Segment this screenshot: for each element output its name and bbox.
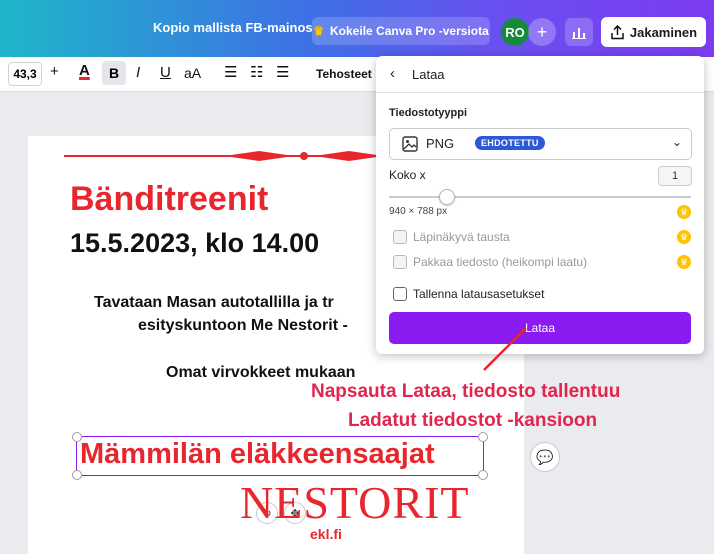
transparent-label: Läpinäkyvä tausta <box>413 230 510 244</box>
save-settings-checkbox[interactable] <box>393 287 407 301</box>
bold-button[interactable]: B <box>102 61 126 85</box>
align-button[interactable]: ☰ <box>224 63 237 81</box>
add-collaborator-button[interactable]: + <box>528 18 556 46</box>
try-pro-label: Kokeile Canva Pro -versiota <box>330 24 489 38</box>
add-comment-button[interactable]: 💬 <box>530 442 560 472</box>
panel-title: Lataa <box>412 67 445 82</box>
dimensions-text: 940 × 788 px <box>389 206 448 217</box>
resize-handle[interactable] <box>478 470 488 480</box>
logo-subtitle: ekl.fi <box>310 526 342 542</box>
size-label: Koko x <box>389 168 426 182</box>
spacing-button[interactable]: ☰ <box>276 63 289 81</box>
crown-icon: ♛ <box>313 24 325 38</box>
effects-button[interactable]: Tehosteet <box>316 67 372 81</box>
decorative-divider <box>64 151 394 161</box>
spacing-icon: ☰ <box>276 64 290 81</box>
avatar[interactable]: RO <box>501 18 529 46</box>
resize-handle[interactable] <box>478 432 488 442</box>
letter-case-button[interactable]: aA <box>184 65 201 81</box>
underline-button[interactable]: U <box>160 64 171 81</box>
plus-icon: + <box>536 21 548 42</box>
chevron-down-icon: ⌄ <box>672 135 683 149</box>
underline-icon: U <box>160 64 171 81</box>
transparent-checkbox[interactable] <box>393 230 407 244</box>
panel-header: ‹ Lataa <box>376 56 704 93</box>
save-settings-label: Tallenna latausasetukset <box>413 287 545 301</box>
share-button[interactable]: Jakaminen <box>601 17 706 47</box>
nestorit-logo: NESTORIT <box>240 477 470 528</box>
image-icon <box>402 136 418 152</box>
align-icon: ☰ <box>224 64 238 81</box>
bar-chart-icon <box>572 28 586 39</box>
file-type-select[interactable]: PNG EHDOTETTU ⌄ <box>389 128 692 160</box>
annotation-line-1: Napsauta Lataa, tiedosto tallentuu <box>311 381 621 402</box>
upload-icon <box>611 24 624 39</box>
crown-icon: ♛ <box>677 255 691 269</box>
chevron-left-icon: ‹ <box>390 65 395 82</box>
letter-case-icon: aA <box>184 65 202 81</box>
back-button[interactable]: ‹ <box>390 65 395 82</box>
annotation-arrow <box>483 327 527 371</box>
body-text-line-2[interactable]: esityskuntoon Me Nestorit - <box>138 317 348 335</box>
comment-icon: 💬 <box>536 448 554 465</box>
suggested-badge: EHDOTETTU <box>475 136 545 150</box>
annotation-line-2: Ladatut tiedostot -kansioon <box>348 410 598 431</box>
text-color-button[interactable]: A <box>79 62 90 79</box>
document-title[interactable]: Kopio mallista FB-mainos <box>153 20 313 35</box>
file-type-value: PNG <box>426 136 455 151</box>
resize-handle[interactable] <box>72 470 82 480</box>
event-title[interactable]: Bänditreenit <box>70 180 268 219</box>
share-label: Jakaminen <box>629 24 698 40</box>
list-button[interactable]: ☷ <box>250 63 263 81</box>
italic-icon: I <box>136 64 141 81</box>
font-size-input[interactable]: 43,3 <box>8 62 42 86</box>
top-bar: Kopio mallista FB-mainos ♛ Kokeile Canva… <box>0 0 714 57</box>
bold-icon: B <box>108 65 120 81</box>
compress-label: Pakkaa tiedosto (heikompi laatu) <box>413 255 588 269</box>
list-icon: ☷ <box>250 64 264 81</box>
italic-button[interactable]: I <box>136 64 140 81</box>
download-panel: ‹ Lataa Tiedostotyyppi PNG EHDOTETTU ⌄ K… <box>376 56 704 354</box>
size-input[interactable]: 1 <box>658 166 692 186</box>
crown-icon: ♛ <box>677 230 691 244</box>
body-text-line-1[interactable]: Tavataan Masan autotallilla ja tr <box>94 294 334 312</box>
org-name-text[interactable]: Mämmilän eläkkeensaajat <box>80 438 435 471</box>
download-button[interactable]: Lataa <box>389 312 691 344</box>
font-size-increase-button[interactable]: + <box>50 63 59 80</box>
event-date[interactable]: 15.5.2023, klo 14.00 <box>70 228 319 259</box>
file-type-label: Tiedostotyyppi <box>389 107 468 119</box>
text-color-icon: A <box>79 62 90 79</box>
crown-icon: ♛ <box>677 205 691 219</box>
insights-button[interactable] <box>565 18 593 46</box>
try-pro-button[interactable]: ♛ Kokeile Canva Pro -versiota <box>312 17 490 45</box>
size-slider-track[interactable] <box>389 196 691 198</box>
size-slider-thumb[interactable] <box>439 189 455 205</box>
body-text-line-3[interactable]: Omat virvokkeet mukaan <box>166 364 355 382</box>
compress-checkbox[interactable] <box>393 255 407 269</box>
